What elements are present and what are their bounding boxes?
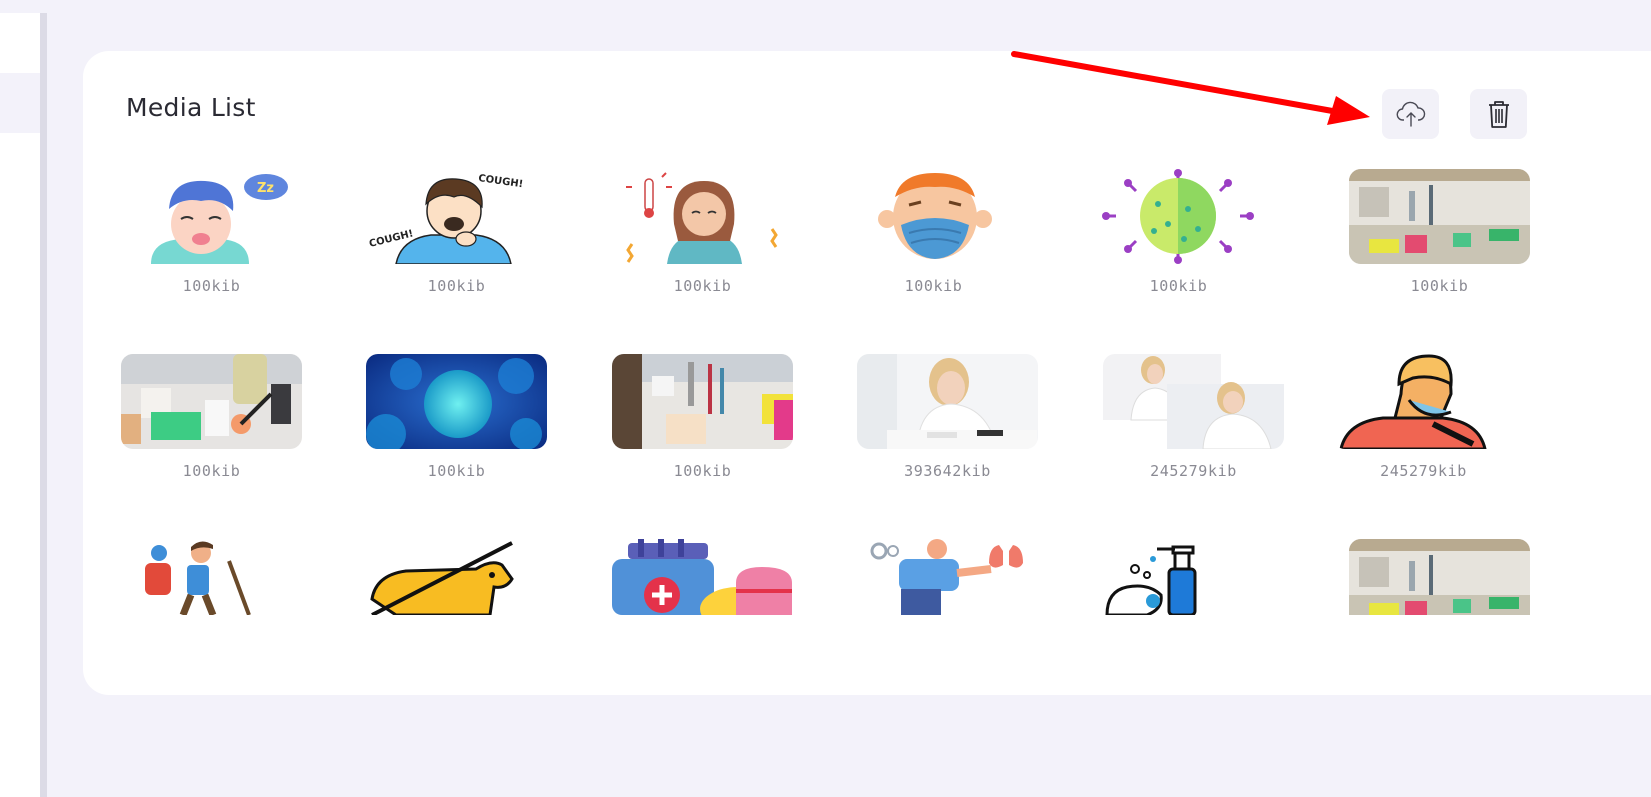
file-size-label: 100kib	[673, 462, 732, 480]
media-item[interactable]	[121, 539, 302, 615]
sneezing-person-icon	[1339, 354, 1487, 449]
lab-test-tubes-photo	[612, 354, 793, 449]
sleepy-person-icon: Zz	[151, 174, 288, 264]
media-item[interactable]: 245279kib	[1333, 354, 1514, 480]
laboratory-photo	[1349, 169, 1530, 264]
medicine-pills-icon	[612, 539, 792, 615]
blue-virus-photo	[366, 354, 547, 449]
file-size-label: 100kib	[904, 277, 963, 295]
lab-pipette-photo	[121, 354, 302, 449]
lungs-person-icon	[870, 539, 1023, 615]
media-item[interactable]	[612, 539, 793, 615]
file-size-label: 100kib	[182, 462, 241, 480]
hiker-icon	[145, 541, 251, 615]
media-grid: Zz 100kib COUGH! COUGH! 100kib 100kib 10…	[83, 51, 1651, 695]
virus-icon	[1102, 169, 1254, 264]
sidebar-active-item[interactable]	[0, 73, 40, 133]
media-item[interactable]: 100kib	[612, 169, 793, 295]
no-dogs-icon	[370, 541, 514, 615]
media-item[interactable]: 100kib	[612, 354, 793, 480]
hand-sanitizer-icon	[1105, 545, 1197, 615]
media-item[interactable]	[366, 539, 547, 615]
doctor-collage-photo	[1103, 354, 1284, 449]
media-item[interactable]	[1103, 539, 1284, 615]
file-size-label: 393642kib	[904, 462, 991, 480]
coughing-person-icon: COUGH! COUGH!	[368, 173, 524, 264]
media-item[interactable]: 100kib	[1349, 169, 1530, 295]
file-size-label: 245279kib	[1150, 462, 1237, 480]
file-size-label: 100kib	[1410, 277, 1469, 295]
file-size-label: 100kib	[1149, 277, 1208, 295]
file-size-label: 100kib	[427, 462, 486, 480]
media-item[interactable]: Zz 100kib	[121, 169, 302, 295]
media-item[interactable]: 100kib	[121, 354, 302, 480]
svg-text:COUGH!: COUGH!	[478, 173, 524, 190]
media-item[interactable]	[1349, 539, 1530, 615]
media-item[interactable]: 100kib	[366, 354, 547, 480]
media-item[interactable]: 100kib	[1088, 169, 1269, 295]
svg-text:Zz: Zz	[257, 181, 274, 196]
file-size-label: 245279kib	[1380, 462, 1467, 480]
file-size-label: 100kib	[182, 277, 241, 295]
media-item[interactable]: COUGH! COUGH! 100kib	[366, 169, 547, 295]
laboratory-photo-2	[1349, 539, 1530, 615]
fever-person-icon	[626, 172, 778, 264]
file-size-label: 100kib	[427, 277, 486, 295]
media-item[interactable]: 245279kib	[1103, 354, 1284, 480]
masked-person-icon	[878, 173, 992, 259]
media-item[interactable]: 100kib	[843, 169, 1024, 295]
file-size-label: 100kib	[673, 277, 732, 295]
media-item[interactable]: 393642kib	[857, 354, 1038, 480]
media-item[interactable]	[857, 539, 1038, 615]
doctor-writing-photo	[857, 354, 1038, 449]
sidebar-divider	[40, 13, 47, 797]
media-list-card: Media List Zz 100kib COUGH! COUGH! 100ki…	[83, 51, 1651, 695]
